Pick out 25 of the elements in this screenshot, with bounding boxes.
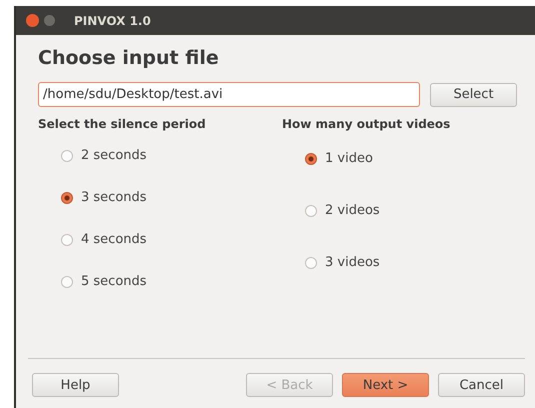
radio-option[interactable]: 2 seconds bbox=[61, 148, 147, 163]
radio-button[interactable] bbox=[61, 192, 73, 204]
dialog-button[interactable]: Cancel bbox=[438, 373, 525, 397]
radio-option[interactable]: 5 seconds bbox=[61, 274, 147, 289]
group-label: How many output videos bbox=[282, 117, 452, 131]
radio-option[interactable]: 3 videos bbox=[305, 255, 380, 270]
radio-button[interactable] bbox=[305, 204, 317, 216]
dialog-button[interactable]: Help bbox=[32, 373, 119, 397]
radio-option[interactable]: 2 videos bbox=[305, 203, 380, 218]
radio-button[interactable] bbox=[305, 256, 317, 268]
radio-option[interactable]: 4 seconds bbox=[61, 232, 147, 247]
radio-button[interactable] bbox=[305, 152, 317, 164]
page-heading: Choose input file bbox=[38, 47, 220, 69]
select-button[interactable]: Select bbox=[430, 82, 517, 106]
minimize-icon[interactable] bbox=[44, 15, 55, 26]
group-label: Select the silence period bbox=[38, 117, 207, 131]
radio-option[interactable]: 1 video bbox=[305, 151, 373, 166]
window-title: PINVOX 1.0 bbox=[74, 14, 151, 28]
close-icon[interactable] bbox=[26, 14, 39, 27]
radio-option[interactable]: 3 seconds bbox=[61, 190, 147, 205]
dialog-button[interactable]: Next > bbox=[342, 373, 429, 397]
radio-button[interactable] bbox=[61, 150, 73, 162]
radio-button[interactable] bbox=[61, 234, 73, 246]
file-path-field[interactable]: /home/sdu/Desktop/test.avi bbox=[38, 82, 420, 107]
radio-button[interactable] bbox=[61, 276, 73, 288]
